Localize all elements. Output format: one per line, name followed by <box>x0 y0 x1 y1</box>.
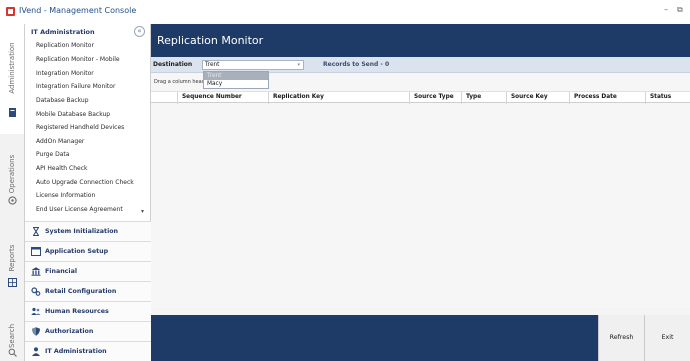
refresh-button[interactable]: Refresh <box>598 315 644 361</box>
column-header-type[interactable]: Type <box>461 92 506 104</box>
nav-scroll-down-icon[interactable]: ▾ <box>141 208 144 215</box>
tab-operations[interactable]: Operations <box>0 154 24 224</box>
window-title: IVend - Management Console <box>19 6 137 15</box>
tab-search[interactable]: Search <box>0 314 24 361</box>
tab-administration[interactable]: Administration <box>0 24 24 134</box>
collapse-panel-button[interactable]: « <box>134 26 145 37</box>
nav-item-database-backup[interactable]: Database Backup <box>36 97 89 104</box>
gears-icon <box>31 287 41 296</box>
user-icon <box>32 347 40 356</box>
destination-label: Destination <box>153 61 193 68</box>
section-label: System Initialization <box>45 228 119 235</box>
column-header-source-type[interactable]: Source Type <box>409 92 461 104</box>
section-financial[interactable]: Financial <box>25 261 151 281</box>
section-retail-configuration[interactable]: Retail Configuration <box>25 281 151 301</box>
column-header-process-date[interactable]: Process Date <box>569 92 645 104</box>
app-logo-icon <box>6 7 15 16</box>
destination-dropdown-list: Trent Macy <box>203 71 269 89</box>
section-system-initialization[interactable]: System Initialization <box>25 221 151 241</box>
section-label: Human Resources <box>45 308 109 315</box>
operations-icon <box>8 196 17 205</box>
nav-header: IT Administration « <box>25 24 151 39</box>
nav-item-license-information[interactable]: License Information <box>36 192 95 199</box>
section-label: Application Setup <box>45 248 109 255</box>
search-icon <box>8 348 17 357</box>
left-tab-strip: Administration Operations Reports Search <box>0 24 25 361</box>
nav-item-addon-manager[interactable]: AddOn Manager <box>36 138 84 145</box>
nav-item-replication-monitor-mobile[interactable]: Replication Monitor - Mobile <box>36 56 120 63</box>
section-application-setup[interactable]: Application Setup <box>25 241 151 261</box>
reports-icon <box>8 278 17 287</box>
destination-value: Trent <box>205 62 220 68</box>
nav-header-title: IT Administration <box>31 28 95 36</box>
tab-operations-label: Operations <box>8 154 16 194</box>
hourglass-icon <box>33 227 39 236</box>
shield-icon <box>32 327 40 336</box>
dropdown-option-trent[interactable]: Trent <box>204 72 268 80</box>
tab-search-label: Search <box>8 323 16 349</box>
admin-icon <box>9 108 16 117</box>
nav-item-purge-data[interactable]: Purge Data <box>36 151 69 158</box>
tab-reports[interactable]: Reports <box>0 244 24 294</box>
nav-item-auto-upgrade-connection-check[interactable]: Auto Upgrade Connection Check <box>36 179 134 186</box>
section-human-resources[interactable]: Human Resources <box>25 301 151 321</box>
tab-reports-label: Reports <box>8 244 16 272</box>
section-label: IT Administration <box>45 348 107 355</box>
nav-item-api-health-check[interactable]: API Health Check <box>36 165 87 172</box>
nav-item-registered-handheld-devices[interactable]: Registered Handheld Devices <box>36 124 124 131</box>
minimize-button[interactable]: – <box>664 5 668 14</box>
bank-icon <box>31 267 41 276</box>
nav-panel: IT Administration « Replication Monitor … <box>25 24 151 361</box>
grid-header-row: Sequence Number Replication Key Source T… <box>151 91 690 104</box>
window-titlebar: IVend - Management Console – ⧉ <box>0 0 690 24</box>
tab-administration-label: Administration <box>8 42 16 94</box>
destination-select[interactable]: Trent ▾ <box>202 60 304 70</box>
column-header-sequence-number[interactable]: Sequence Number <box>177 92 268 104</box>
replication-grid: Drag a column header Sequence Number Rep… <box>151 73 690 308</box>
exit-button[interactable]: Exit <box>644 315 690 361</box>
nav-item-integration-monitor[interactable]: Integration Monitor <box>36 70 94 77</box>
section-label: Retail Configuration <box>45 288 117 295</box>
restore-button[interactable]: ⧉ <box>677 5 683 15</box>
group-by-hint: Drag a column header <box>154 79 210 85</box>
footer-bar: Refresh Exit <box>151 315 690 361</box>
window-icon <box>31 247 41 256</box>
dropdown-option-macy[interactable]: Macy <box>204 80 268 88</box>
page-title: Replication Monitor <box>157 34 264 47</box>
section-it-administration[interactable]: IT Administration <box>25 341 151 361</box>
nav-item-integration-failure-monitor[interactable]: Integration Failure Monitor <box>36 83 115 90</box>
column-header-replication-key[interactable]: Replication Key <box>268 92 409 104</box>
column-header-indicator[interactable] <box>151 92 177 104</box>
chevron-down-icon[interactable]: ▾ <box>297 62 300 68</box>
section-label: Authorization <box>45 328 94 335</box>
nav-item-end-user-license-agreement[interactable]: End User License Agreement <box>36 206 123 213</box>
nav-item-mobile-database-backup[interactable]: Mobile Database Backup <box>36 111 110 118</box>
records-to-send: Records to Send - 0 <box>323 61 390 68</box>
nav-item-replication-monitor[interactable]: Replication Monitor <box>36 42 94 49</box>
people-icon <box>31 307 41 315</box>
page-header: Replication Monitor <box>151 24 690 57</box>
column-header-status[interactable]: Status <box>645 92 690 104</box>
column-header-source-key[interactable]: Source Key <box>506 92 569 104</box>
section-authorization[interactable]: Authorization <box>25 321 151 341</box>
section-label: Financial <box>45 268 77 275</box>
